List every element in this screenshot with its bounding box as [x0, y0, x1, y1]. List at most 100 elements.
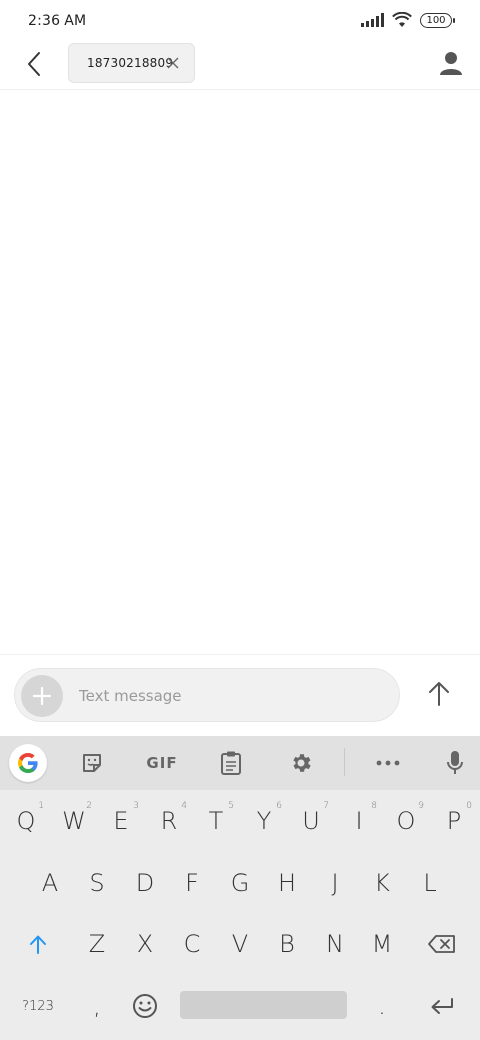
key-label: Y: [256, 807, 272, 835]
emoji-key[interactable]: [121, 976, 169, 1036]
key-label: N: [326, 930, 344, 958]
key-hint: 6: [276, 801, 282, 811]
key-c[interactable]: C: [168, 914, 216, 974]
key-row-2: A S D F G H J K L: [0, 853, 480, 913]
key-j[interactable]: J: [311, 853, 359, 913]
more-options-button[interactable]: [369, 744, 407, 782]
voice-input-button[interactable]: [436, 744, 474, 782]
key-i[interactable]: I8: [335, 791, 383, 851]
key-row-1: Q1 W2 E3 R4 T5 Y6 U7 I8 O9 P0: [0, 791, 480, 851]
key-label: M: [371, 930, 393, 958]
key-hint: 5: [228, 801, 234, 811]
chevron-left-icon: [28, 52, 40, 76]
key-w[interactable]: W2: [50, 791, 98, 851]
key-hint: 0: [466, 801, 472, 811]
key-hint: 4: [181, 801, 187, 811]
microphone-icon: [447, 751, 463, 774]
attach-button[interactable]: [21, 675, 63, 717]
battery-icon: 100: [420, 12, 455, 28]
battery-level: 100: [426, 14, 446, 26]
recipient-number: 18730218809: [87, 56, 174, 70]
signal-icon: [361, 13, 384, 27]
key-label: .: [378, 992, 386, 1020]
sticker-button[interactable]: [73, 744, 111, 782]
back-button[interactable]: [18, 48, 50, 80]
key-label: R: [160, 807, 178, 835]
keyboard: GIF Q1 W 2 E 3 R 4 T 5 Y 6 U 7 I 8 O 9 P…: [0, 736, 480, 1040]
key-t[interactable]: T5: [192, 791, 240, 851]
plus-icon: [32, 686, 52, 706]
key-g[interactable]: G: [216, 853, 264, 913]
key-label: A: [41, 869, 59, 897]
compose-bar: [0, 654, 480, 736]
google-search-button[interactable]: [9, 744, 47, 782]
keyboard-toolbar: GIF: [0, 736, 480, 790]
comma-key[interactable]: ,: [73, 976, 121, 1036]
key-e[interactable]: E3: [97, 791, 145, 851]
key-m[interactable]: M: [358, 914, 406, 974]
key-label: U: [302, 807, 320, 835]
sticker-icon: [83, 754, 101, 772]
key-label: E: [113, 807, 129, 835]
key-row-3: Z X C V B N M: [0, 914, 480, 974]
key-hint: 7: [323, 801, 329, 811]
gif-button[interactable]: GIF: [141, 744, 183, 782]
key-z[interactable]: Z: [73, 914, 121, 974]
key-label: F: [185, 869, 199, 897]
key-s[interactable]: S: [73, 853, 121, 913]
gif-label: GIF: [146, 754, 178, 772]
key-hint: 8: [371, 801, 377, 811]
key-o[interactable]: O9: [382, 791, 430, 851]
key-p[interactable]: P0: [430, 791, 478, 851]
key-d[interactable]: D: [121, 853, 169, 913]
status-time: 2:36 AM: [28, 13, 86, 29]
enter-key[interactable]: [406, 976, 478, 1036]
key-r[interactable]: R4: [145, 791, 193, 851]
status-bar: 2:36 AM 100: [0, 0, 480, 42]
key-row-4: ?123 , .: [0, 976, 480, 1036]
status-icons: 100: [361, 12, 455, 28]
send-arrow-icon[interactable]: [424, 679, 454, 709]
key-a[interactable]: A: [26, 853, 74, 913]
key-label: O: [396, 807, 416, 835]
clipboard-button[interactable]: [212, 744, 250, 782]
space-key[interactable]: [180, 991, 347, 1019]
key-label: W: [62, 807, 86, 835]
close-icon[interactable]: [166, 56, 180, 70]
settings-button[interactable]: [282, 744, 320, 782]
key-h[interactable]: H: [263, 853, 311, 913]
key-label: ,: [93, 992, 101, 1020]
key-x[interactable]: X: [121, 914, 169, 974]
conversation-header: 18730218809: [0, 42, 480, 90]
key-label: K: [374, 869, 390, 897]
key-label: D: [135, 869, 155, 897]
gear-icon: [293, 754, 311, 772]
key-label: H: [277, 869, 297, 897]
period-key[interactable]: .: [358, 976, 406, 1036]
key-label: X: [136, 930, 154, 958]
contact-person-icon[interactable]: [438, 50, 464, 76]
key-b[interactable]: B: [263, 914, 311, 974]
recipient-chip[interactable]: 18730218809: [68, 43, 195, 83]
key-hint: 2: [86, 801, 92, 811]
key-n[interactable]: N: [311, 914, 359, 974]
backspace-key[interactable]: [406, 914, 478, 974]
key-q[interactable]: Q1: [2, 791, 50, 851]
symbols-key[interactable]: ?123: [6, 976, 70, 1036]
key-label: I: [355, 807, 363, 835]
key-l[interactable]: L: [406, 853, 454, 913]
key-f[interactable]: F: [168, 853, 216, 913]
compose-field: [14, 668, 400, 722]
key-label: C: [183, 930, 201, 958]
shift-arrow-icon: [30, 935, 46, 954]
key-k[interactable]: K: [358, 853, 406, 913]
key-y[interactable]: Y6: [240, 791, 288, 851]
more-dots-icon: [376, 760, 400, 766]
enter-return-icon: [431, 998, 453, 1014]
key-u[interactable]: U7: [287, 791, 335, 851]
emoji-smile-icon: [133, 994, 157, 1018]
shift-key[interactable]: [2, 914, 74, 974]
key-v[interactable]: V: [216, 914, 264, 974]
key-label: Q: [16, 807, 36, 835]
message-input[interactable]: [79, 681, 379, 711]
